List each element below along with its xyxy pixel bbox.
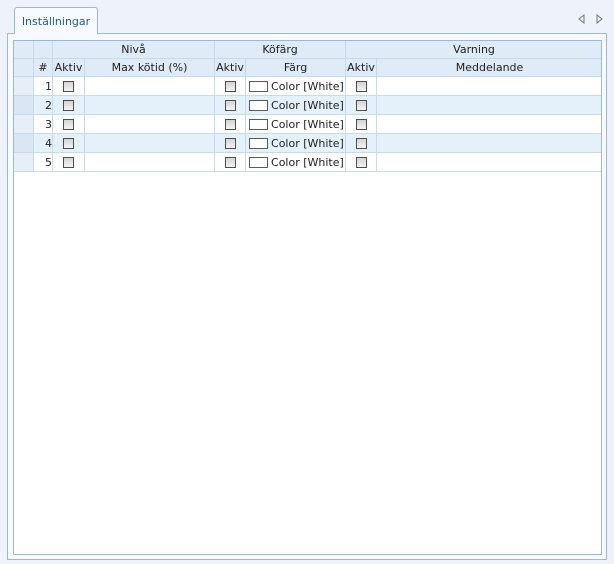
level-active-cell[interactable] [52, 95, 85, 115]
warning-active-checkbox[interactable] [355, 81, 367, 92]
color-active-cell[interactable] [214, 133, 247, 153]
level-active-cell[interactable] [52, 133, 85, 153]
color-value: Color [White] [271, 117, 344, 131]
max-queue-time-cell[interactable] [83, 133, 216, 153]
level-active-checkbox[interactable] [63, 138, 74, 149]
message-cell[interactable] [376, 152, 601, 172]
color-active-cell[interactable] [214, 152, 247, 172]
column-header-warning-active[interactable]: Aktiv [345, 58, 378, 77]
color-cell[interactable]: Color [White] [245, 114, 347, 134]
group-header-queue-color: Köfärg [214, 41, 347, 59]
tab-label: Inställningar [21, 14, 91, 28]
color-active-cell[interactable] [214, 95, 247, 115]
row-number: 5 [33, 152, 53, 172]
color-cell[interactable]: Color [White] [245, 152, 347, 172]
color-swatch [249, 156, 269, 168]
triangle-right-icon [596, 14, 603, 24]
warning-active-cell[interactable] [345, 76, 378, 96]
row-number: 2 [33, 95, 53, 115]
color-active-checkbox[interactable] [224, 100, 236, 111]
settings-panel: Nivå Köfärg Varning # Aktiv Max kötid (%… [7, 33, 607, 560]
message-cell[interactable] [376, 95, 601, 115]
row-selector-header [14, 58, 34, 77]
max-queue-time-cell[interactable] [83, 76, 216, 96]
column-header-level-active[interactable]: Aktiv [52, 58, 85, 77]
row-number: 1 [33, 76, 53, 96]
row-number: 3 [33, 114, 53, 134]
warning-active-cell[interactable] [345, 133, 378, 153]
table-row[interactable]: 1 Color [White] [14, 76, 601, 96]
group-header-warning: Varning [345, 41, 601, 59]
color-active-checkbox[interactable] [224, 119, 236, 130]
row-selector[interactable] [14, 133, 34, 153]
level-active-checkbox[interactable] [63, 81, 74, 92]
row-selector[interactable] [14, 95, 34, 115]
warning-active-checkbox[interactable] [355, 119, 367, 130]
max-queue-time-cell[interactable] [83, 114, 216, 134]
color-active-checkbox[interactable] [224, 138, 236, 149]
table-row[interactable]: 4 Color [White] [14, 133, 601, 153]
color-active-cell[interactable] [214, 76, 247, 96]
color-swatch [249, 118, 269, 130]
level-active-cell[interactable] [52, 76, 85, 96]
color-value: Color [White] [271, 79, 344, 93]
max-queue-time-cell[interactable] [83, 152, 216, 172]
level-active-cell[interactable] [52, 114, 85, 134]
header-corner [14, 41, 34, 59]
row-selector[interactable] [14, 114, 34, 134]
color-active-checkbox[interactable] [224, 81, 236, 92]
color-value: Color [White] [271, 136, 344, 150]
warning-active-cell[interactable] [345, 114, 378, 134]
row-number: 4 [33, 133, 53, 153]
table-row[interactable]: 2 Color [White] [14, 95, 601, 115]
table-row[interactable]: 5 Color [White] [14, 152, 601, 172]
column-header-color[interactable]: Färg [245, 58, 347, 77]
max-queue-time-cell[interactable] [83, 95, 216, 115]
column-header-color-active[interactable]: Aktiv [214, 58, 247, 77]
color-cell[interactable]: Color [White] [245, 76, 347, 96]
color-swatch [249, 80, 269, 92]
message-cell[interactable] [376, 114, 601, 134]
column-header-max-queue-time[interactable]: Max kötid (%) [83, 58, 216, 77]
message-cell[interactable] [376, 76, 601, 96]
level-active-cell[interactable] [52, 152, 85, 172]
color-swatch [249, 99, 269, 111]
row-selector[interactable] [14, 152, 34, 172]
header-corner-num [33, 41, 53, 59]
triangle-left-icon [577, 14, 584, 24]
grid-body: 1 Color [White] 2 Color [White] 3 Color [Whit… [14, 76, 601, 172]
color-value: Color [White] [271, 155, 344, 169]
column-header-row-number[interactable]: # [33, 58, 53, 77]
warning-active-checkbox[interactable] [355, 157, 367, 168]
tab-installningar[interactable]: Inställningar [14, 7, 98, 34]
color-cell[interactable]: Color [White] [245, 95, 347, 115]
table-row[interactable]: 3 Color [White] [14, 114, 601, 134]
color-cell[interactable]: Color [White] [245, 133, 347, 153]
column-header-message[interactable]: Meddelande [376, 58, 601, 77]
level-active-checkbox[interactable] [63, 119, 74, 130]
tab-scroll-right-button[interactable] [594, 13, 604, 25]
warning-active-cell[interactable] [345, 152, 378, 172]
color-swatch [249, 137, 269, 149]
color-active-cell[interactable] [214, 114, 247, 134]
message-cell[interactable] [376, 133, 601, 153]
row-selector[interactable] [14, 76, 34, 96]
color-value: Color [White] [271, 98, 344, 112]
warning-active-checkbox[interactable] [355, 100, 367, 111]
settings-table: Nivå Köfärg Varning # Aktiv Max kötid (%… [14, 41, 601, 172]
warning-active-checkbox[interactable] [355, 138, 367, 149]
level-active-checkbox[interactable] [63, 157, 74, 168]
level-active-checkbox[interactable] [63, 100, 74, 111]
color-active-checkbox[interactable] [224, 157, 236, 168]
warning-active-cell[interactable] [345, 95, 378, 115]
tab-scroll-left-button[interactable] [576, 13, 586, 25]
settings-grid: Nivå Köfärg Varning # Aktiv Max kötid (%… [13, 40, 602, 555]
group-header-level: Nivå [51, 41, 216, 59]
